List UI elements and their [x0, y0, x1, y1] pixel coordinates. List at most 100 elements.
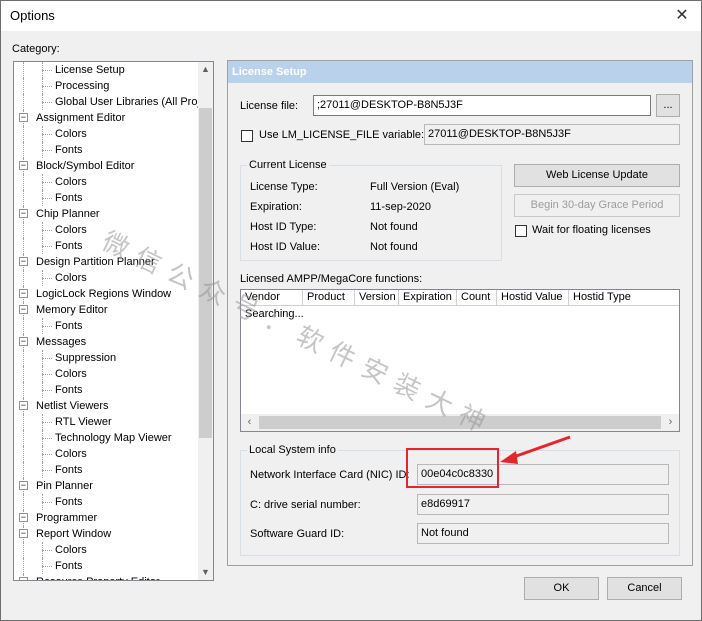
host-id-type-value: Not found [370, 221, 418, 233]
tree-item[interactable]: − Assignment Editor [14, 110, 200, 126]
tree-item[interactable]: Fonts [14, 558, 200, 574]
tree-item[interactable]: − Block/Symbol Editor [14, 158, 200, 174]
collapse-icon[interactable]: − [19, 257, 28, 266]
tree-line [42, 558, 43, 574]
tree-line [23, 174, 24, 190]
tree-branch-line [42, 358, 52, 359]
tree-item[interactable]: Colors [14, 366, 200, 382]
tree-item[interactable]: − Netlist Viewers [14, 398, 200, 414]
column-expiration[interactable]: Expiration [399, 290, 457, 306]
tree-item[interactable]: Fonts [14, 190, 200, 206]
tree-line [42, 542, 43, 558]
tree-item-label: Colors [55, 176, 87, 188]
column-version[interactable]: Version [355, 290, 399, 306]
tree-item[interactable]: Colors [14, 174, 200, 190]
tree-item[interactable]: − Resource Property Editor [14, 574, 200, 580]
tree-branch-line [42, 86, 52, 87]
tree-item[interactable]: Fonts [14, 142, 200, 158]
tree-item[interactable]: − Pin Planner [14, 478, 200, 494]
tree-line [23, 94, 24, 110]
wait-floating-checkbox[interactable] [515, 225, 527, 237]
collapse-icon[interactable]: − [19, 529, 28, 538]
category-tree[interactable]: License Setup Processing Global User Libra… [13, 61, 214, 581]
collapse-icon[interactable]: − [19, 305, 28, 314]
close-icon[interactable]: ✕ [665, 1, 699, 31]
tree-item-label: License Setup [55, 64, 125, 76]
ok-button[interactable]: OK [524, 577, 599, 600]
tree-item[interactable]: Suppression [14, 350, 200, 366]
tree-item[interactable]: Colors [14, 542, 200, 558]
tree-item-label: Processing [55, 80, 110, 92]
tree-item-label: Colors [55, 128, 87, 140]
collapse-icon[interactable]: − [19, 209, 28, 218]
tree-item[interactable]: Fonts [14, 382, 200, 398]
tree-line [23, 382, 24, 398]
tree-item-label: Colors [55, 272, 87, 284]
cancel-button[interactable]: Cancel [607, 577, 682, 600]
tree-item[interactable]: − Report Window [14, 526, 200, 542]
tree-branch-line [42, 390, 52, 391]
browse-button[interactable]: ... [656, 94, 680, 117]
tree-line [23, 142, 24, 158]
tree-branch-line [42, 422, 52, 423]
collapse-icon[interactable]: − [19, 337, 28, 346]
column-hostid-type[interactable]: Hostid Type [569, 290, 679, 306]
column-product[interactable]: Product [303, 290, 355, 306]
local-system-title: Local System info [247, 444, 338, 457]
collapse-icon[interactable]: − [19, 401, 28, 410]
column-hostid-value[interactable]: Hostid Value [497, 290, 569, 306]
tree-item[interactable]: − Memory Editor [14, 302, 200, 318]
tree-branch-line [42, 470, 52, 471]
tree-line [23, 78, 24, 94]
tree-item[interactable]: − Messages [14, 334, 200, 350]
tree-item[interactable]: Processing [14, 78, 200, 94]
tree-item[interactable]: Fonts [14, 462, 200, 478]
tree-item[interactable]: License Setup [14, 62, 200, 78]
tree-item-label: RTL Viewer [55, 416, 112, 428]
host-id-type-label: Host ID Type: [250, 221, 317, 233]
tree-item[interactable]: Colors [14, 126, 200, 142]
tree-line [42, 430, 43, 446]
tree-item[interactable]: RTL Viewer [14, 414, 200, 430]
tree-item[interactable]: Global User Libraries (All Proje [14, 94, 206, 110]
tree-item-label: Block/Symbol Editor [36, 160, 135, 172]
tree-line [42, 350, 43, 366]
collapse-icon[interactable]: − [19, 481, 28, 490]
collapse-icon[interactable]: − [19, 289, 28, 298]
software-guard-label: Software Guard ID: [250, 528, 345, 540]
collapse-icon[interactable]: − [19, 113, 28, 122]
collapse-icon[interactable]: − [19, 513, 28, 522]
web-license-update-button[interactable]: Web License Update [514, 164, 680, 187]
host-id-value-label: Host ID Value: [250, 241, 321, 253]
scroll-up-icon[interactable]: ▲ [198, 62, 213, 77]
tree-branch-line [42, 454, 52, 455]
tree-item[interactable]: − Chip Planner [14, 206, 200, 222]
tree-item[interactable]: Fonts [14, 318, 200, 334]
tree-item[interactable]: Fonts [14, 494, 200, 510]
tree-line [23, 446, 24, 462]
grace-period-button[interactable]: Begin 30-day Grace Period [514, 194, 680, 217]
tree-branch-line [42, 502, 52, 503]
tree-branch-line [42, 438, 52, 439]
tree-item-label: Fonts [55, 560, 83, 572]
tree-items: License Setup Processing Global User Libra… [14, 62, 206, 580]
license-file-input[interactable]: ;27011@DESKTOP-B8N5J3F [313, 95, 651, 116]
tree-item-label: Messages [36, 336, 87, 348]
tree-line [23, 318, 24, 334]
tree-item-label: Programmer [36, 512, 98, 524]
tree-item[interactable]: Technology Map Viewer [14, 430, 200, 446]
tree-item-label: Fonts [55, 464, 83, 476]
scroll-left-icon[interactable]: ‹ [241, 414, 258, 431]
tree-line [23, 238, 24, 254]
table-header: Vendor Product Version Expiration Count … [241, 290, 679, 306]
tree-item-label: Chip Planner [36, 208, 100, 220]
tree-item[interactable]: Colors [14, 446, 200, 462]
scroll-right-icon[interactable]: › [662, 414, 679, 431]
collapse-icon[interactable]: − [19, 161, 28, 170]
tree-scrollbar[interactable]: ▲ ▼ [198, 62, 213, 580]
tree-item[interactable]: − Programmer [14, 510, 200, 526]
use-lm-checkbox[interactable] [241, 130, 253, 142]
scroll-down-icon[interactable]: ▼ [198, 565, 213, 580]
column-count[interactable]: Count [457, 290, 497, 306]
collapse-icon[interactable]: − [19, 577, 28, 580]
